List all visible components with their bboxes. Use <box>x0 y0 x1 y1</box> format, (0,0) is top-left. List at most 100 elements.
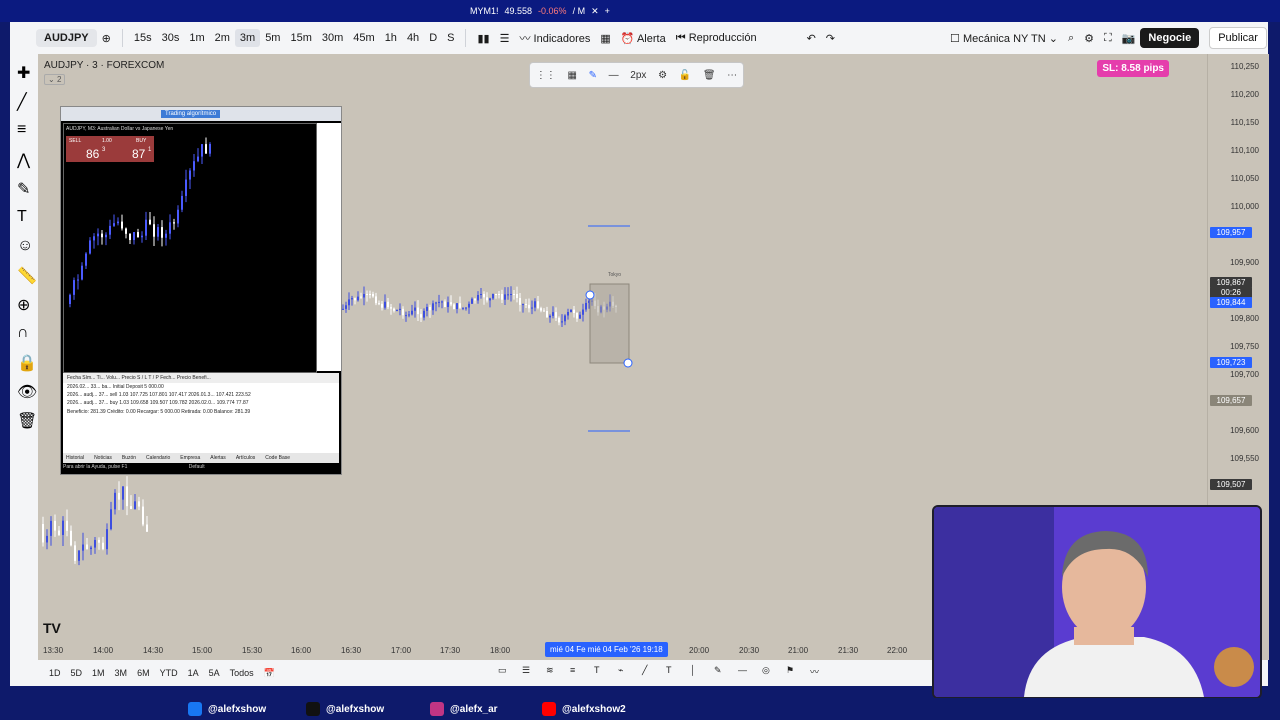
range-1D[interactable]: 1D <box>49 668 61 678</box>
fib-icon[interactable]: ≡ <box>17 121 31 138</box>
layout-button[interactable]: ☐ Mecánica NY TN ⌄ <box>945 29 1063 48</box>
range-1A[interactable]: 1A <box>188 668 199 678</box>
range-3M[interactable]: 3M <box>115 668 128 678</box>
interval-3m[interactable]: 3m <box>234 29 261 47</box>
interval-1m[interactable]: 1m <box>184 29 209 47</box>
parallel-icon[interactable]: ≡ <box>570 665 584 679</box>
interval-45m[interactable]: 45m <box>348 29 379 47</box>
magnet-icon[interactable]: ∩ <box>17 324 31 341</box>
rectangle-icon[interactable]: ▭ <box>498 665 512 679</box>
lock-icon[interactable]: 🔒 <box>17 353 37 372</box>
text-icon[interactable]: T <box>666 665 680 679</box>
metatrader-window[interactable]: Trading algorítmico AUDJPY, M3: Australi… <box>60 106 342 475</box>
camera-icon[interactable]: 📷 <box>1117 29 1141 48</box>
terminal-tab[interactable]: Buzón <box>119 455 139 461</box>
tab-symbol: MYM1! <box>470 6 499 16</box>
candle <box>507 294 509 296</box>
replay-button[interactable]: ⏮ Reproducción <box>671 29 762 48</box>
price-label: 110,050 <box>1230 174 1259 183</box>
close-tab-icon[interactable]: ✕ <box>591 6 599 17</box>
price-tag-dark: 109,507 <box>1210 479 1252 490</box>
new-tab-icon[interactable]: + <box>605 6 610 16</box>
range-6M[interactable]: 6M <box>137 668 150 678</box>
divider <box>121 29 123 47</box>
candle <box>516 294 518 299</box>
terminal-tab[interactable]: Empresa <box>177 455 203 461</box>
path-icon[interactable]: ⌁ <box>618 665 632 679</box>
trade-button[interactable]: Negocie <box>1140 28 1200 48</box>
fullscreen-icon[interactable]: ⛶ <box>1099 29 1117 48</box>
measure-rectangle[interactable] <box>589 283 630 364</box>
trash-icon[interactable]: 🗑 <box>17 411 37 430</box>
rectangle-handle[interactable] <box>623 358 633 368</box>
calendar-icon[interactable]: 📅 <box>264 668 275 679</box>
interval-S[interactable]: S <box>442 29 459 47</box>
interval-D[interactable]: D <box>424 29 442 47</box>
eye-icon[interactable]: 👁 <box>17 382 37 401</box>
candle-type-icon[interactable]: ▮▮ <box>472 29 494 48</box>
terminal-row[interactable]: 2026.02... 33... ba... Initial Deposit 5… <box>63 383 339 391</box>
publish-button[interactable]: Publicar <box>1209 27 1267 49</box>
terminal-tab[interactable]: Noticias <box>91 455 115 461</box>
alert-button[interactable]: ⏰ Alerta <box>616 29 671 48</box>
interval-2m[interactable]: 2m <box>210 29 235 47</box>
terminal-tab[interactable]: Code Base <box>262 455 293 461</box>
ray-icon[interactable]: ╱ <box>642 665 656 679</box>
terminal-tab[interactable]: Historial <box>63 455 87 461</box>
brush-icon[interactable]: ✎ <box>714 665 728 679</box>
interval-5m[interactable]: 5m <box>260 29 285 47</box>
candle <box>555 312 557 318</box>
ruler-icon[interactable]: 📏 <box>17 266 37 285</box>
target-icon[interactable]: ◎ <box>762 665 776 679</box>
flag-icon[interactable]: ⚑ <box>786 665 800 679</box>
candle <box>561 321 563 323</box>
trend-line-icon[interactable]: ╱ <box>17 92 31 111</box>
range-YTD[interactable]: YTD <box>160 668 178 678</box>
templates-icon[interactable]: ▦ <box>595 29 615 48</box>
range-5A[interactable]: 5A <box>209 668 220 678</box>
terminal-tab[interactable]: Artículos <box>233 455 258 461</box>
settings-icon[interactable]: ⚙ <box>1079 29 1099 48</box>
interval-30s[interactable]: 30s <box>157 29 185 47</box>
range-5D[interactable]: 5D <box>71 668 83 678</box>
zoom-icon[interactable]: ⊕ <box>17 295 31 314</box>
interval-30m[interactable]: 30m <box>317 29 348 47</box>
wave-icon[interactable]: 〰 <box>810 665 824 679</box>
algo-trading-button[interactable]: Trading algorítmico <box>161 110 221 118</box>
rectangle-handle[interactable] <box>585 290 595 300</box>
text-tool-icon[interactable]: T <box>594 665 608 679</box>
mt-candle <box>125 228 127 234</box>
terminal-row[interactable]: 2026... audj... 37... buy 1.03 109.658 1… <box>63 399 339 407</box>
channel-icon[interactable]: ≋ <box>546 665 560 679</box>
interval-4h[interactable]: 4h <box>402 29 424 47</box>
compare-icon[interactable]: ⊕ <box>97 29 116 48</box>
emoji-icon[interactable]: ☺ <box>17 237 33 254</box>
pattern-icon[interactable]: ⋀ <box>17 150 31 169</box>
lines-icon[interactable]: ☰ <box>522 665 536 679</box>
session-label: Tokyo <box>608 272 621 278</box>
chart-style-icon[interactable]: ☰ <box>495 29 515 48</box>
horizontal-line-icon[interactable]: — <box>738 665 752 679</box>
candle <box>462 307 464 309</box>
terminal-tab[interactable]: Alertas <box>207 455 229 461</box>
brush-icon[interactable]: ✎ <box>17 179 31 198</box>
vertical-line-icon[interactable]: │ <box>690 665 704 679</box>
candle <box>50 520 52 536</box>
interval-1h[interactable]: 1h <box>380 29 402 47</box>
candle <box>582 309 584 315</box>
candle <box>396 310 398 312</box>
cursor-icon[interactable]: ✚ <box>17 63 31 82</box>
interval-15s[interactable]: 15s <box>129 29 157 47</box>
terminal-row[interactable]: 2026... audj... 37... sell 1.03 107.725 … <box>63 391 339 399</box>
range-Todos[interactable]: Todos <box>230 668 254 678</box>
redo-icon[interactable]: ↷ <box>821 29 840 48</box>
browser-tab[interactable]: MYM1! 49.558 -0.06% / M ✕ + <box>470 4 610 18</box>
symbol-search[interactable]: AUDJPY <box>36 29 97 47</box>
search-icon[interactable]: ⌕ <box>1063 29 1079 48</box>
indicators-button[interactable]: 〰 Indicadores <box>514 27 595 49</box>
terminal-tab[interactable]: Calendario <box>143 455 173 461</box>
range-1M[interactable]: 1M <box>92 668 105 678</box>
interval-15m[interactable]: 15m <box>285 29 316 47</box>
undo-icon[interactable]: ↶ <box>802 29 821 48</box>
text-icon[interactable]: T <box>17 208 31 225</box>
